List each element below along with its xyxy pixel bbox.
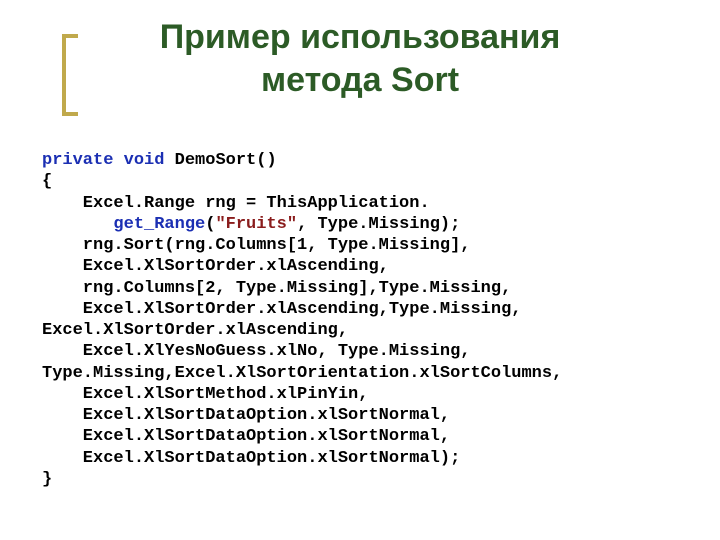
code-text xyxy=(42,215,113,234)
code-block: private void DemoSort() { Excel.Range rn… xyxy=(42,150,562,490)
code-text: Excel.XlSortDataOption.xlSortNormal); xyxy=(42,449,460,468)
slide: Пример использования метода Sort private… xyxy=(0,0,720,540)
code-text: rng.Columns[2, Type.Missing],Type.Missin… xyxy=(42,279,511,298)
code-text: { xyxy=(42,172,52,191)
method-get-range: get_Range xyxy=(113,215,205,234)
code-text: } xyxy=(42,470,52,489)
title-line-2: метода Sort xyxy=(261,61,459,99)
title-line-1: Пример использования xyxy=(160,18,561,56)
keyword-void: void xyxy=(124,151,165,170)
code-text: Excel.XlSortOrder.xlAscending,Type.Missi… xyxy=(42,300,521,319)
code-text: Excel.XlYesNoGuess.xlNo, Type.Missing, xyxy=(42,342,470,361)
code-text: Excel.XlSortOrder.xlAscending, xyxy=(42,257,389,276)
code-text: , Type.Missing); xyxy=(297,215,460,234)
slide-title: Пример использования метода Sort xyxy=(0,16,720,101)
code-text: Excel.Range rng = ThisApplication. xyxy=(42,194,430,213)
code-text: Excel.XlSortMethod.xlPinYin, xyxy=(42,385,368,404)
code-text: rng.Sort(rng.Columns[1, Type.Missing], xyxy=(42,236,470,255)
code-text: ( xyxy=(205,215,215,234)
code-text: Type.Missing,Excel.XlSortOrientation.xlS… xyxy=(42,364,562,383)
code-text: Excel.XlSortDataOption.xlSortNormal, xyxy=(42,406,450,425)
code-text: DemoSort() xyxy=(164,151,276,170)
code-text: Excel.XlSortOrder.xlAscending, xyxy=(42,321,348,340)
code-text: Excel.XlSortDataOption.xlSortNormal, xyxy=(42,427,450,446)
keyword-private: private xyxy=(42,151,113,170)
string-literal: "Fruits" xyxy=(215,215,297,234)
